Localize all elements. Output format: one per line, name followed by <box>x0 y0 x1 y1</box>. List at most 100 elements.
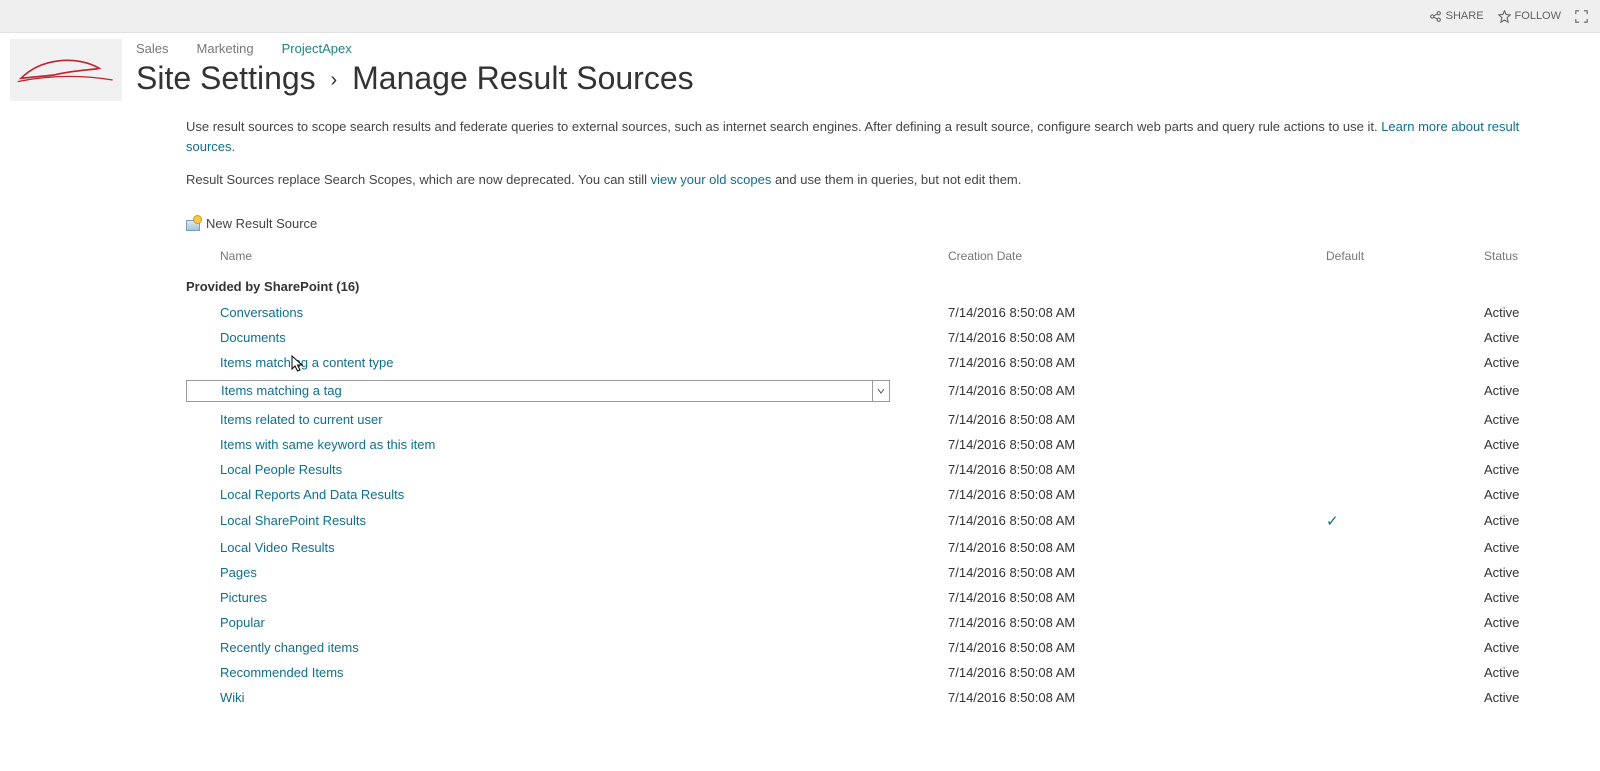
table-row: Items matching a tag7/14/2016 8:50:08 AM… <box>186 375 1546 407</box>
table-row: Recently changed items 7/14/2016 8:50:08 … <box>186 635 1546 660</box>
status: Active <box>1484 660 1546 685</box>
result-sources-table: Name Creation Date Default Status Provid… <box>186 243 1546 710</box>
creation-date: 7/14/2016 8:50:08 AM <box>948 482 1326 507</box>
default-mark <box>1326 660 1484 685</box>
nav-item-marketing[interactable]: Marketing <box>197 41 254 56</box>
table-row: Local People Results 7/14/2016 8:50:08 AM… <box>186 457 1546 482</box>
intro-p2-text-a: Result Sources replace Search Scopes, wh… <box>186 172 651 187</box>
creation-date: 7/14/2016 8:50:08 AM <box>948 610 1326 635</box>
default-mark <box>1326 300 1484 325</box>
status: Active <box>1484 325 1546 350</box>
result-source-link[interactable]: Recommended Items <box>220 665 344 680</box>
share-button[interactable]: SHARE <box>1429 10 1484 23</box>
table-row: Items matching a content type7/14/2016 8… <box>186 350 1546 375</box>
status: Active <box>1484 585 1546 610</box>
result-source-link[interactable]: Local Reports And Data Results <box>220 487 404 502</box>
creation-date: 7/14/2016 8:50:08 AM <box>948 635 1326 660</box>
creation-date: 7/14/2016 8:50:08 AM <box>948 560 1326 585</box>
default-mark <box>1326 482 1484 507</box>
status: Active <box>1484 300 1546 325</box>
creation-date: 7/14/2016 8:50:08 AM <box>948 407 1326 432</box>
result-source-link[interactable]: Conversations <box>220 305 303 320</box>
result-source-link[interactable]: Local Video Results <box>220 540 335 555</box>
status: Active <box>1484 375 1546 407</box>
result-source-link[interactable]: Pictures <box>220 590 267 605</box>
table-row: Conversations 7/14/2016 8:50:08 AM Active <box>186 300 1546 325</box>
view-old-scopes-link[interactable]: view your old scopes <box>651 172 772 187</box>
new-icon <box>186 217 200 229</box>
table-row: Documents 7/14/2016 8:50:08 AM Active <box>186 325 1546 350</box>
breadcrumb-root[interactable]: Site Settings <box>136 60 316 96</box>
chevron-down-icon <box>877 387 885 395</box>
table-row: Pictures7/14/2016 8:50:08 AMActive <box>186 585 1546 610</box>
car-logo-icon <box>16 50 116 90</box>
default-mark <box>1326 635 1484 660</box>
intro-p1-text: Use result sources to scope search resul… <box>186 119 1381 134</box>
result-source-link[interactable]: Recently changed items <box>220 640 359 655</box>
status: Active <box>1484 560 1546 585</box>
creation-date: 7/14/2016 8:50:08 AM <box>948 660 1326 685</box>
table-row: Local Video Results 7/14/2016 8:50:08 AM A… <box>186 535 1546 560</box>
status: Active <box>1484 407 1546 432</box>
result-source-link[interactable]: Documents <box>220 330 286 345</box>
creation-date: 7/14/2016 8:50:08 AM <box>948 457 1326 482</box>
site-logo[interactable] <box>10 39 122 101</box>
table-row: Items related to current user 7/14/2016 8… <box>186 407 1546 432</box>
default-mark <box>1326 375 1484 407</box>
status: Active <box>1484 457 1546 482</box>
result-source-link[interactable]: Local People Results <box>220 462 342 477</box>
creation-date: 7/14/2016 8:50:08 AM <box>948 507 1326 535</box>
col-status: Status <box>1484 243 1546 269</box>
default-mark <box>1326 432 1484 457</box>
focus-button[interactable] <box>1575 10 1588 23</box>
follow-button[interactable]: FOLLOW <box>1498 10 1561 23</box>
default-mark <box>1326 325 1484 350</box>
top-nav: Sales Marketing ProjectApex <box>136 39 1600 56</box>
table-row: Wiki 7/14/2016 8:50:08 AM Active <box>186 685 1546 710</box>
default-mark <box>1326 560 1484 585</box>
new-result-source-button[interactable]: New Result Source <box>186 216 1546 231</box>
focus-icon <box>1575 10 1588 23</box>
intro-p2-text-b: and use them in queries, but not edit th… <box>771 172 1021 187</box>
result-source-link[interactable]: Items matching a content type <box>220 355 393 370</box>
table-row: Popular7/14/2016 8:50:08 AMActive <box>186 610 1546 635</box>
creation-date: 7/14/2016 8:50:08 AM <box>948 325 1326 350</box>
nav-item-projectapex[interactable]: ProjectApex <box>282 41 352 56</box>
table-row: Local SharePoint Results 7/14/2016 8:50:0… <box>186 507 1546 535</box>
result-source-link[interactable]: Pages <box>220 565 257 580</box>
result-source-link[interactable]: Wiki <box>220 690 245 705</box>
share-label: SHARE <box>1446 10 1484 22</box>
intro-p1: Use result sources to scope search resul… <box>186 117 1546 156</box>
ribbon-bar: SHARE FOLLOW <box>0 0 1600 33</box>
result-source-link[interactable]: Local SharePoint Results <box>220 513 366 528</box>
follow-label: FOLLOW <box>1515 10 1561 22</box>
default-mark <box>1326 407 1484 432</box>
creation-date: 7/14/2016 8:50:08 AM <box>948 685 1326 710</box>
dropdown-arrow[interactable] <box>872 381 889 401</box>
default-mark: ✓ <box>1326 507 1484 535</box>
status: Active <box>1484 635 1546 660</box>
table-row: Items with same keyword as this item 7/14… <box>186 432 1546 457</box>
creation-date: 7/14/2016 8:50:08 AM <box>948 300 1326 325</box>
creation-date: 7/14/2016 8:50:08 AM <box>948 432 1326 457</box>
table-row: Pages 7/14/2016 8:50:08 AM Active <box>186 560 1546 585</box>
result-source-link[interactable]: Items matching a tag <box>221 383 342 398</box>
default-mark <box>1326 457 1484 482</box>
status: Active <box>1484 507 1546 535</box>
default-mark <box>1326 585 1484 610</box>
result-source-link[interactable]: Items related to current user <box>220 412 383 427</box>
default-mark <box>1326 685 1484 710</box>
star-icon <box>1498 10 1511 23</box>
status: Active <box>1484 535 1546 560</box>
status: Active <box>1484 685 1546 710</box>
nav-item-sales[interactable]: Sales <box>136 41 169 56</box>
creation-date: 7/14/2016 8:50:08 AM <box>948 535 1326 560</box>
intro-p2: Result Sources replace Search Scopes, wh… <box>186 170 1546 190</box>
table-row: Recommended Items 7/14/2016 8:50:08 AM Act… <box>186 660 1546 685</box>
selected-row-dropdown[interactable]: Items matching a tag <box>186 380 890 402</box>
result-source-link[interactable]: Popular <box>220 615 265 630</box>
result-source-link[interactable]: Items with same keyword as this item <box>220 437 435 452</box>
default-mark <box>1326 610 1484 635</box>
share-icon <box>1429 10 1442 23</box>
status: Active <box>1484 350 1546 375</box>
